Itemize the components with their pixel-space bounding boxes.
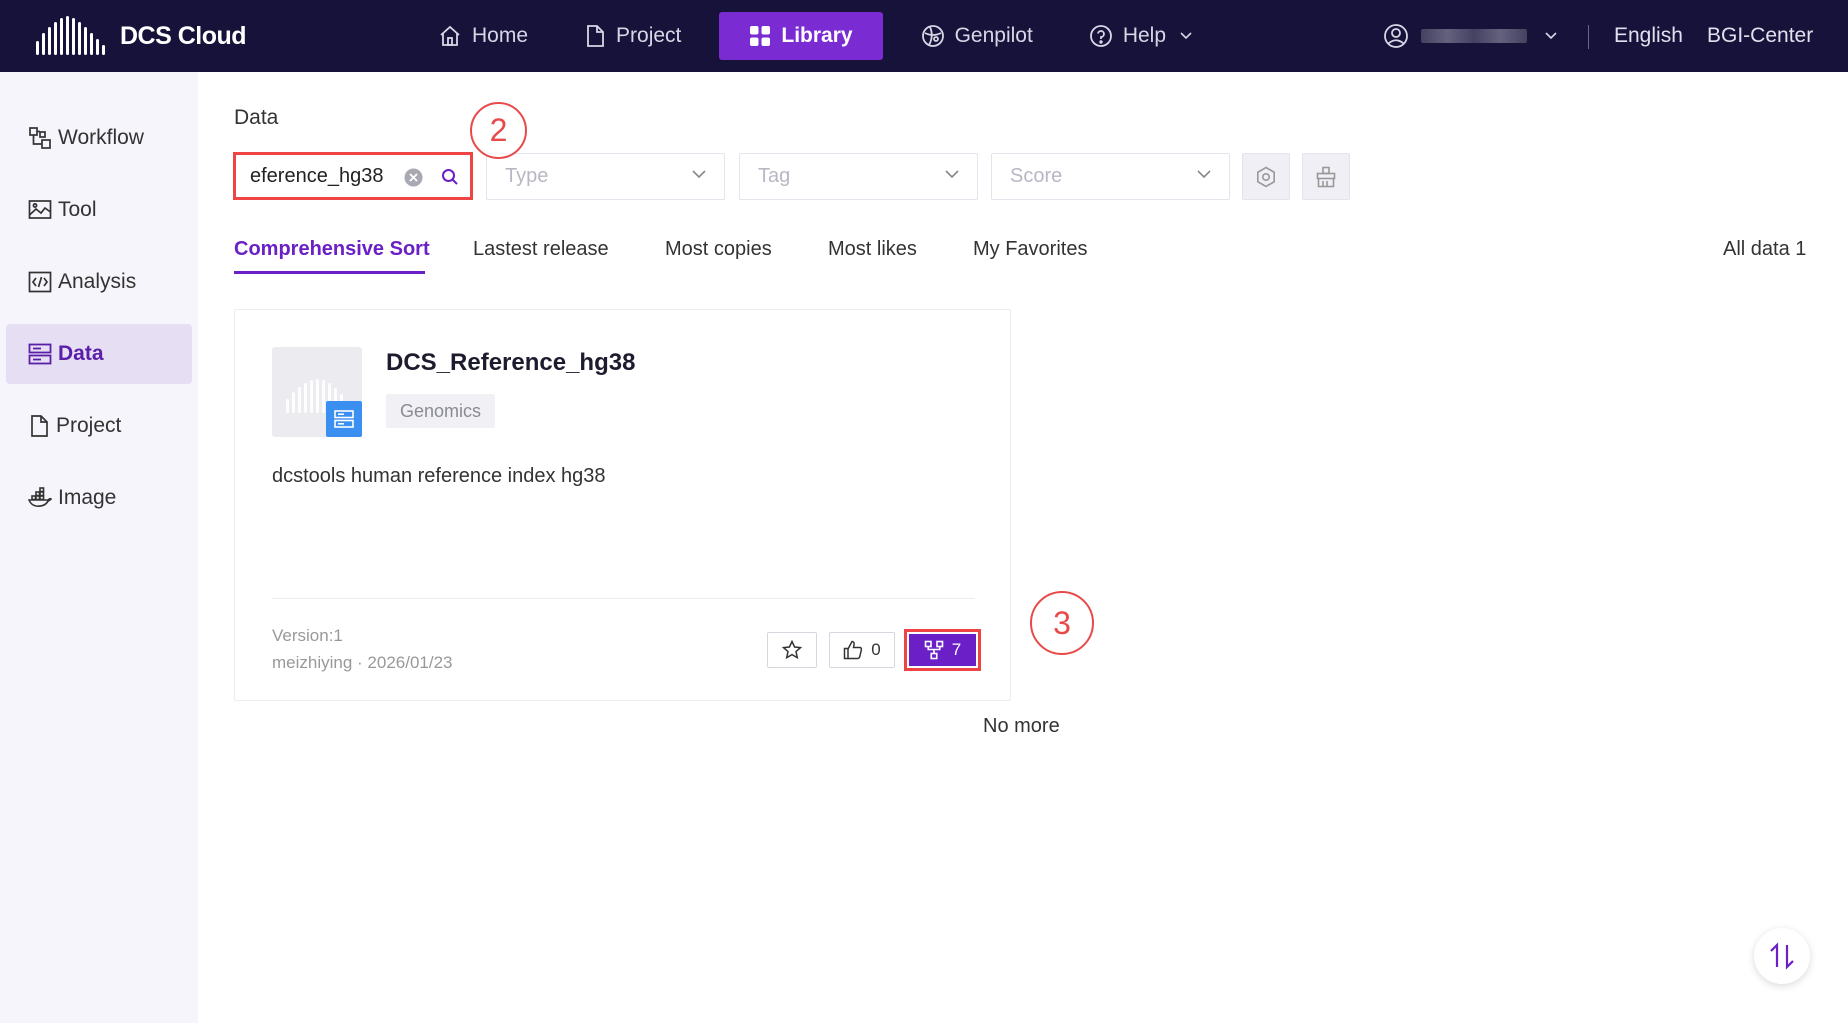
card-divider — [272, 598, 975, 599]
thumbs-up-icon — [844, 640, 863, 660]
sidebar-item-label: Analysis — [58, 270, 137, 293]
settings-icon — [1257, 166, 1275, 187]
search-input[interactable] — [250, 164, 400, 188]
app-logo[interactable]: DCS Cloud — [34, 12, 247, 60]
nav-item-label: Project — [616, 24, 682, 47]
sidebar-item-label: Data — [58, 342, 104, 365]
nav-item-project[interactable]: Project — [566, 12, 699, 60]
step-3-annotation: 3 — [1030, 591, 1094, 655]
fork-icon — [924, 640, 944, 660]
favorite-button[interactable] — [767, 632, 817, 668]
file-icon — [31, 415, 48, 437]
tag-placeholder: Tag — [758, 165, 791, 187]
sidebar: Workflow Tool Analysis Data Project Imag… — [0, 72, 198, 1023]
tool-icon — [28, 200, 52, 219]
card-description: dcstools human reference index hg38 — [272, 465, 606, 487]
sidebar-item-label: Workflow — [58, 126, 144, 149]
genpilot-icon — [921, 25, 944, 47]
like-count: 0 — [871, 640, 881, 659]
tag-select[interactable]: Tag — [739, 153, 978, 200]
copy-button-inner: 7 — [909, 634, 976, 666]
settings-button[interactable] — [1242, 153, 1290, 200]
score-placeholder: Score — [1010, 165, 1063, 187]
nav-item-genpilot[interactable]: Genpilot — [903, 12, 1051, 60]
clear-icon[interactable] — [404, 168, 423, 187]
main-nav: Home Project Library Genpilot Help — [420, 12, 1240, 60]
type-placeholder: Type — [505, 165, 549, 187]
type-select[interactable]: Type — [486, 153, 725, 200]
nav-item-help[interactable]: Help — [1071, 12, 1220, 60]
card-tag: Genomics — [386, 394, 496, 428]
nav-item-label: Library — [781, 24, 853, 47]
dcs-logo-icon — [36, 16, 105, 55]
no-more-text: No more — [983, 715, 1060, 737]
sidebar-item-tool[interactable]: Tool — [6, 180, 192, 240]
score-select[interactable]: Score — [991, 153, 1230, 200]
chevron-down-icon — [1180, 32, 1192, 40]
app-name: DCS Cloud — [120, 21, 247, 50]
result-count: All data 1 — [1723, 238, 1807, 260]
sort-arrows-icon — [1770, 942, 1794, 970]
chevron-down-icon — [945, 170, 959, 179]
nav-divider — [1588, 25, 1589, 49]
sidebar-item-analysis[interactable]: Analysis — [6, 252, 192, 312]
page-title: Data — [234, 106, 279, 129]
like-button[interactable]: 0 — [829, 632, 895, 668]
sidebar-item-label: Image — [58, 486, 117, 509]
nav-item-home[interactable]: Home — [420, 12, 546, 60]
data-icon — [334, 410, 354, 428]
nav-item-label: Genpilot — [954, 24, 1033, 47]
help-icon — [1089, 25, 1112, 47]
data-badge — [326, 401, 362, 437]
chevron-down-icon — [1545, 32, 1557, 40]
tab-latest-release[interactable]: Lastest release — [473, 238, 609, 261]
grid-icon — [750, 26, 771, 46]
active-tab-indicator — [234, 271, 425, 274]
workflow-icon — [29, 127, 51, 149]
step-2-annotation: 2 — [470, 102, 527, 159]
card-title[interactable]: DCS_Reference_hg38 — [386, 349, 635, 377]
card-version: Version:1 — [272, 626, 343, 645]
sidebar-item-label: Tool — [58, 198, 97, 221]
file-icon — [587, 25, 604, 47]
card-meta: meizhiying · 2026/01/23 — [272, 653, 453, 672]
tab-my-favorites[interactable]: My Favorites — [973, 238, 1087, 261]
sidebar-item-project[interactable]: Project — [6, 396, 192, 456]
masked-username — [1421, 29, 1527, 43]
tab-most-copies[interactable]: Most copies — [665, 238, 772, 261]
docker-icon — [28, 487, 52, 507]
search-icon[interactable] — [441, 168, 459, 186]
copy-count: 7 — [951, 640, 962, 659]
code-icon — [28, 271, 52, 293]
star-icon — [782, 640, 802, 660]
chevron-down-icon — [1197, 170, 1211, 179]
nav-item-label: Home — [472, 24, 529, 47]
back-to-top-button[interactable] — [1754, 928, 1810, 984]
top-navbar: DCS Cloud Home Project Library Genpilot … — [0, 0, 1848, 72]
copy-button[interactable]: 7 — [904, 629, 981, 671]
sidebar-item-label: Project — [56, 414, 122, 437]
tab-most-likes[interactable]: Most likes — [828, 238, 917, 261]
user-icon — [1384, 24, 1408, 48]
sidebar-item-data[interactable]: Data — [6, 324, 192, 384]
user-menu[interactable] — [1383, 12, 1557, 60]
tab-comprehensive-sort[interactable]: Comprehensive Sort — [234, 238, 430, 261]
data-icon — [28, 343, 52, 365]
sidebar-item-image[interactable]: Image — [6, 468, 192, 528]
sidebar-item-workflow[interactable]: Workflow — [6, 108, 192, 168]
brush-icon — [1316, 166, 1336, 187]
card-thumbnail — [272, 347, 362, 437]
nav-item-library[interactable]: Library — [719, 12, 883, 60]
nav-item-label: Help — [1122, 24, 1167, 47]
data-card[interactable]: DCS_Reference_hg38 Genomics dcstools hum… — [234, 309, 1011, 701]
chevron-down-icon — [692, 170, 706, 179]
language-switch[interactable]: English — [1614, 24, 1683, 48]
clear-filter-button[interactable] — [1302, 153, 1350, 200]
center-switch[interactable]: BGI-Center — [1707, 24, 1813, 48]
home-icon — [440, 25, 460, 46]
search-field[interactable] — [233, 152, 473, 200]
